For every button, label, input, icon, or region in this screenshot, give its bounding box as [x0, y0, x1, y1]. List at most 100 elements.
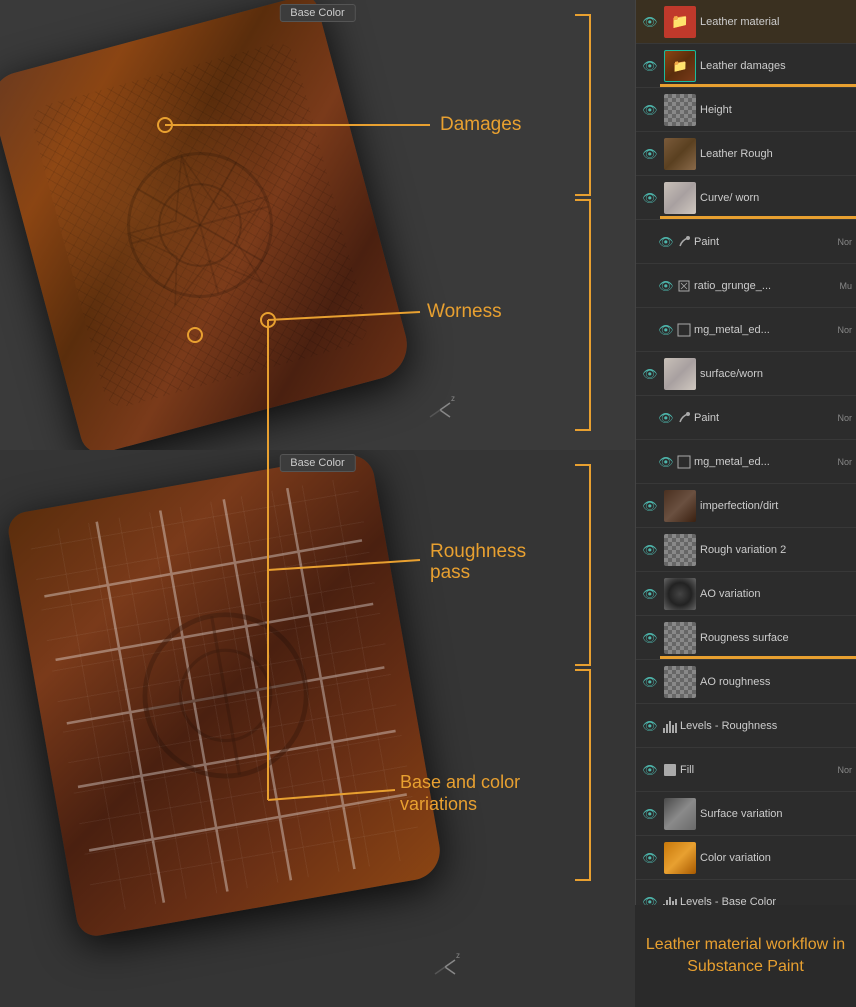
- layer-thumb: [664, 94, 696, 126]
- levels-icon: [660, 716, 680, 736]
- layer-color-variation[interactable]: 👁 Color variation: [636, 836, 856, 880]
- layer-ratio-grunge[interactable]: 👁 ratio_grunge_... Mu: [636, 264, 856, 308]
- layer-imperfection[interactable]: 👁 imperfection/dirt: [636, 484, 856, 528]
- layer-height[interactable]: 👁 Height: [636, 88, 856, 132]
- layer-surface-worn[interactable]: 👁 surface/worn: [636, 352, 856, 396]
- layer-name: surface/worn: [700, 368, 852, 380]
- visibility-icon[interactable]: 👁: [640, 672, 660, 692]
- visibility-icon[interactable]: 👁: [640, 804, 660, 824]
- orange-bar: [660, 84, 856, 87]
- layers-panel: 👁 📁 Leather material 👁 📁 Leather damages…: [635, 0, 856, 905]
- layer-levels-base-color[interactable]: 👁 Levels - Base Color: [636, 880, 856, 905]
- layer-name: Paint: [694, 236, 835, 248]
- layer-thumb: [664, 182, 696, 214]
- layer-rough-variation[interactable]: 👁 Rough variation 2: [636, 528, 856, 572]
- layer-name: Surface variation: [700, 808, 852, 820]
- leather-object-top: [0, 0, 415, 450]
- layer-name: imperfection/dirt: [700, 500, 852, 512]
- visibility-icon[interactable]: 👁: [656, 320, 676, 340]
- visibility-icon[interactable]: 👁: [640, 496, 660, 516]
- fill-icon: [660, 760, 680, 780]
- layer-name: Leather damages: [700, 60, 852, 72]
- layer-name: AO variation: [700, 588, 852, 600]
- layer-leather-damages[interactable]: 👁 📁 Leather damages: [636, 44, 856, 88]
- axes-top: z: [425, 395, 455, 430]
- levels2-icon: [660, 892, 680, 906]
- layer-ao-variation[interactable]: 👁 AO variation: [636, 572, 856, 616]
- paint-icon: [676, 234, 692, 250]
- layer-thumb: [664, 490, 696, 522]
- layer-name: Leather Rough: [700, 148, 852, 160]
- layer-name: Levels - Roughness: [680, 720, 852, 732]
- visibility-icon[interactable]: 👁: [640, 56, 660, 76]
- layer-name: ratio_grunge_...: [694, 280, 837, 292]
- layer-name: Rough variation 2: [700, 544, 852, 556]
- layer-paint-2[interactable]: 👁 Paint Nor: [636, 396, 856, 440]
- layer-paint-1[interactable]: 👁 Paint Nor: [636, 220, 856, 264]
- visibility-icon[interactable]: 👁: [640, 364, 660, 384]
- visibility-icon[interactable]: 👁: [640, 760, 660, 780]
- layer-thumb: [664, 842, 696, 874]
- visibility-icon[interactable]: 👁: [656, 276, 676, 296]
- paint2-icon: [676, 410, 692, 426]
- visibility-icon[interactable]: 👁: [640, 12, 660, 32]
- axes-icon-bottom: z: [430, 952, 460, 982]
- layer-leather-material[interactable]: 👁 📁 Leather material: [636, 0, 856, 44]
- visibility-icon[interactable]: 👁: [640, 584, 660, 604]
- layer-leather-rough[interactable]: 👁 Leather Rough: [636, 132, 856, 176]
- rune-pattern: [71, 86, 329, 365]
- layer-name: mg_metal_ed...: [694, 456, 835, 468]
- visibility-icon[interactable]: 👁: [640, 144, 660, 164]
- blend-mode: Nor: [837, 325, 852, 335]
- layer-levels-roughness-1[interactable]: 👁 Levels - Roughness: [636, 704, 856, 748]
- visibility-icon[interactable]: 👁: [640, 892, 660, 906]
- layer-mg-metal-1[interactable]: 👁 mg_metal_ed... Nor: [636, 308, 856, 352]
- viewport-bottom: Base Color z: [0, 450, 635, 1007]
- top-dropdown[interactable]: Base Color: [279, 4, 355, 22]
- layer-curve-worn[interactable]: 👁 Curve/ worn: [636, 176, 856, 220]
- layer-name: Height: [700, 104, 852, 116]
- blend-mode: Nor: [837, 765, 852, 775]
- layer-fill[interactable]: 👁 Fill Nor: [636, 748, 856, 792]
- svg-text:z: z: [451, 395, 455, 403]
- layer-roughness-surface[interactable]: 👁 Rougness surface: [636, 616, 856, 660]
- visibility-icon[interactable]: 👁: [656, 452, 676, 472]
- axes-icon-top: z: [425, 395, 455, 425]
- layer-thumb: [664, 138, 696, 170]
- layer-surface-variation[interactable]: 👁 Surface variation: [636, 792, 856, 836]
- visibility-icon[interactable]: 👁: [640, 628, 660, 648]
- visibility-icon[interactable]: 👁: [640, 848, 660, 868]
- metal2-icon: [676, 454, 692, 470]
- layer-mg-metal-2[interactable]: 👁 mg_metal_ed... Nor: [636, 440, 856, 484]
- metal-icon: [676, 322, 692, 338]
- visibility-icon[interactable]: 👁: [640, 100, 660, 120]
- axes-bottom: z: [430, 952, 460, 987]
- layer-name: Paint: [694, 412, 835, 424]
- orange-bar: [660, 216, 856, 219]
- layer-name: Levels - Base Color: [680, 896, 852, 906]
- visibility-icon[interactable]: 👁: [640, 188, 660, 208]
- viewport-top: Base Color z: [0, 0, 635, 450]
- bottom-dropdown[interactable]: Base Color: [279, 454, 355, 472]
- layer-thumb: [664, 798, 696, 830]
- layer-ao-roughness[interactable]: 👁 AO roughness: [636, 660, 856, 704]
- visibility-icon[interactable]: 👁: [640, 540, 660, 560]
- layer-name: mg_metal_ed...: [694, 324, 835, 336]
- blend-mode: Nor: [837, 413, 852, 423]
- blend-mode: Mu: [839, 281, 852, 291]
- leather-grid: [27, 476, 422, 915]
- orange-bar: [660, 656, 856, 659]
- visibility-icon[interactable]: 👁: [640, 716, 660, 736]
- grunge-icon: [676, 278, 692, 294]
- layer-thumb: [664, 578, 696, 610]
- layer-name: Curve/ worn: [700, 192, 852, 204]
- layer-name: Leather material: [700, 16, 852, 28]
- layer-thumb: 📁: [664, 50, 696, 82]
- blend-mode: Nor: [837, 237, 852, 247]
- visibility-icon[interactable]: 👁: [656, 408, 676, 428]
- layer-thumb: [664, 534, 696, 566]
- layer-name: Fill: [680, 764, 835, 776]
- visibility-icon[interactable]: 👁: [656, 232, 676, 252]
- layer-name: AO roughness: [700, 676, 852, 688]
- layer-thumb: [664, 622, 696, 654]
